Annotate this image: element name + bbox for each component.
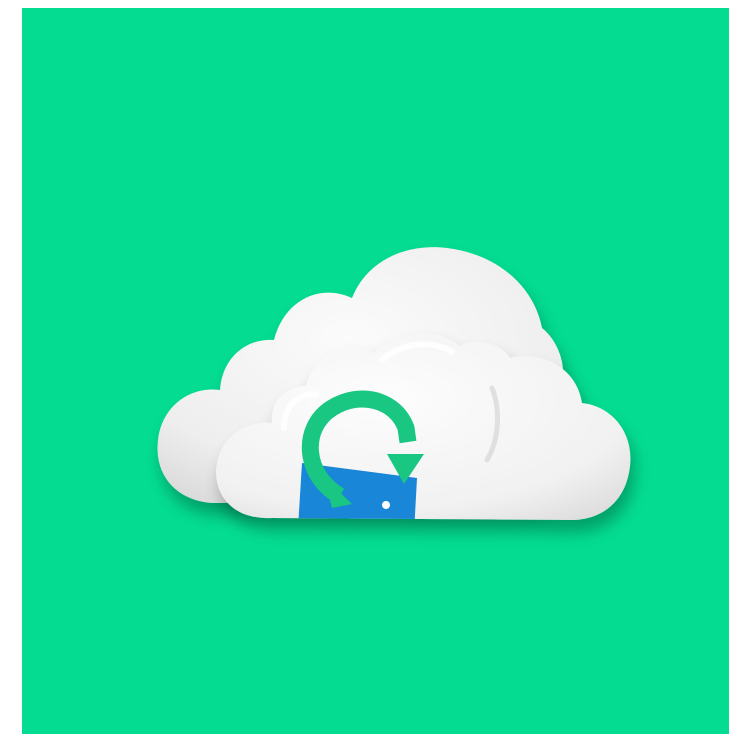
cloud-sync-illustration — [22, 8, 729, 734]
green-backdrop — [22, 8, 729, 734]
page — [0, 0, 737, 736]
